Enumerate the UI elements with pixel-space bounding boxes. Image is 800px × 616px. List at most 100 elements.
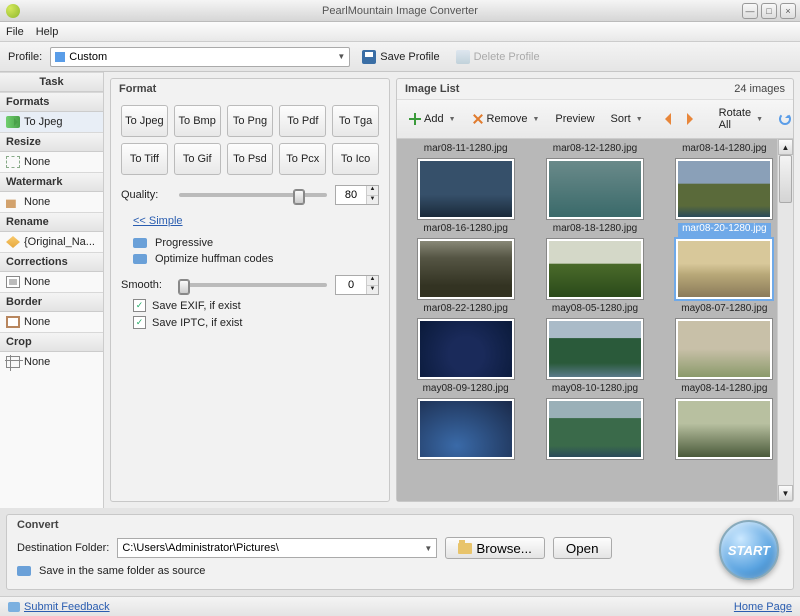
minimize-button[interactable]: — [742, 3, 758, 19]
sidebar-item-corrections[interactable]: None [0, 272, 103, 292]
thumbnail-item[interactable]: mar08-11-1280.jpg [411, 143, 520, 219]
rename-header[interactable]: Rename [0, 212, 103, 232]
maximize-button[interactable]: □ [761, 3, 777, 19]
format-button-to-png[interactable]: To Png [227, 105, 274, 137]
thumbnail-item[interactable]: may08-10-1280.jpg [540, 383, 649, 459]
thumbnail-item[interactable]: mar08-16-1280.jpg [411, 223, 520, 299]
format-button-to-bmp[interactable]: To Bmp [174, 105, 221, 137]
dest-label: Destination Folder: [17, 542, 109, 554]
checkbox-icon: ✓ [133, 299, 146, 312]
profile-input[interactable] [69, 51, 333, 63]
sidebar-item-border[interactable]: None [0, 312, 103, 332]
chevron-down-icon[interactable]: ▼ [424, 544, 432, 553]
submit-feedback-link[interactable]: Submit Feedback [24, 601, 110, 613]
progressive-checkbox[interactable]: Progressive [133, 237, 379, 249]
thumbnail-image [676, 239, 772, 299]
thumbnail-area[interactable]: mar08-11-1280.jpgmar08-12-1280.jpgmar08-… [397, 139, 793, 501]
convert-panel: Convert Destination Folder: ▼ Browse... … [6, 514, 794, 590]
thumbnail-item[interactable]: mar08-14-1280.jpg [670, 143, 779, 219]
format-button-to-jpeg[interactable]: To Jpeg [121, 105, 168, 137]
thumbnail-filename: mar08-14-1280.jpg [682, 143, 767, 157]
open-button[interactable]: Open [553, 537, 612, 559]
sort-button[interactable]: Sort▼ [605, 110, 649, 128]
thumbnail-item[interactable]: mar08-22-1280.jpg [411, 303, 520, 379]
dest-folder-combo[interactable]: ▼ [117, 538, 437, 558]
smooth-slider[interactable] [179, 283, 327, 287]
thumbnail-image [418, 399, 514, 459]
next-button[interactable] [681, 110, 705, 128]
chevron-down-icon[interactable]: ▼ [333, 52, 345, 61]
thumbnail-image [547, 159, 643, 219]
corrections-header[interactable]: Corrections [0, 252, 103, 272]
profile-combo[interactable]: ▼ [50, 47, 350, 67]
thumbnail-filename: may08-14-1280.jpg [681, 383, 767, 397]
menu-file[interactable]: File [6, 26, 24, 38]
add-button[interactable]: Add▼ [403, 110, 462, 128]
rotate-ccw-button[interactable] [773, 110, 797, 128]
home-page-link[interactable]: Home Page [734, 601, 792, 613]
border-header[interactable]: Border [0, 292, 103, 312]
chevron-down-icon[interactable]: ▼ [447, 116, 456, 123]
thumbnail-item[interactable]: mar08-18-1280.jpg [540, 223, 649, 299]
profile-icon [55, 52, 65, 62]
browse-button[interactable]: Browse... [445, 537, 545, 559]
preview-button[interactable]: Preview [549, 110, 600, 128]
sidebar-item-watermark[interactable]: None [0, 192, 103, 212]
formats-header[interactable]: Formats [0, 92, 103, 112]
scrollbar[interactable]: ▲ ▼ [777, 139, 793, 501]
quality-slider[interactable] [179, 193, 327, 197]
thumbnail-item[interactable]: may08-09-1280.jpg [411, 383, 520, 459]
smooth-spinner[interactable]: ▲▼ [335, 275, 379, 295]
thumbnail-item[interactable]: may08-14-1280.jpg [670, 383, 779, 459]
resize-icon [6, 156, 20, 168]
close-button[interactable]: × [780, 3, 796, 19]
rotate-all-button[interactable]: Rotate All▼ [713, 104, 769, 134]
imagelist-toolbar: Add▼ Remove▼ Preview Sort▼ Rotate All▼ [397, 99, 793, 139]
crop-header[interactable]: Crop [0, 332, 103, 352]
option-icon [17, 566, 31, 576]
scroll-down-button[interactable]: ▼ [778, 485, 793, 501]
menu-help[interactable]: Help [36, 26, 59, 38]
format-button-to-tiff[interactable]: To Tiff [121, 143, 168, 175]
thumbnail-item[interactable]: mar08-20-1280.jpg [670, 223, 779, 299]
simple-link[interactable]: << Simple [133, 215, 183, 227]
thumbnail-item[interactable]: mar08-12-1280.jpg [540, 143, 649, 219]
exif-checkbox[interactable]: ✓Save EXIF, if exist [133, 299, 379, 312]
chevron-down-icon[interactable]: ▼ [634, 116, 643, 123]
prev-button[interactable] [653, 110, 677, 128]
huffman-checkbox[interactable]: Optimize huffman codes [133, 253, 379, 265]
scroll-thumb[interactable] [779, 155, 792, 203]
delete-profile-icon [456, 50, 470, 64]
thumbnail-item[interactable]: may08-07-1280.jpg [670, 303, 779, 379]
save-profile-button[interactable]: Save Profile [358, 48, 443, 66]
iptc-checkbox[interactable]: ✓Save IPTC, if exist [133, 316, 379, 329]
watermark-header[interactable]: Watermark [0, 172, 103, 192]
checkbox-icon: ✓ [133, 316, 146, 329]
thumbnail-image [547, 239, 643, 299]
format-button-to-psd[interactable]: To Psd [227, 143, 274, 175]
dest-folder-input[interactable] [122, 542, 424, 554]
sidebar-item-resize[interactable]: None [0, 152, 103, 172]
remove-button[interactable]: Remove▼ [466, 110, 546, 128]
start-button[interactable]: START [719, 520, 779, 580]
format-button-to-pcx[interactable]: To Pcx [279, 143, 326, 175]
format-panel-title: Format [111, 79, 389, 99]
resize-header[interactable]: Resize [0, 132, 103, 152]
quality-label: Quality: [121, 189, 171, 201]
sidebar-item-formats[interactable]: To Jpeg [0, 112, 103, 132]
window-title: PearlMountain Image Converter [322, 5, 478, 17]
format-button-to-ico[interactable]: To Ico [332, 143, 379, 175]
sidebar-item-rename[interactable]: {Original_Na... [0, 232, 103, 252]
format-button-to-gif[interactable]: To Gif [174, 143, 221, 175]
samefolder-checkbox[interactable]: Save in the same folder as source [17, 565, 719, 577]
thumbnail-image [676, 399, 772, 459]
format-button-to-pdf[interactable]: To Pdf [279, 105, 326, 137]
quality-spinner[interactable]: ▲▼ [335, 185, 379, 205]
format-button-to-tga[interactable]: To Tga [332, 105, 379, 137]
thumbnail-filename: mar08-16-1280.jpg [423, 223, 508, 237]
sidebar-item-crop[interactable]: None [0, 352, 103, 372]
thumbnail-item[interactable]: may08-05-1280.jpg [540, 303, 649, 379]
scroll-up-button[interactable]: ▲ [778, 139, 793, 155]
chevron-down-icon[interactable]: ▼ [754, 116, 763, 123]
chevron-down-icon[interactable]: ▼ [530, 116, 539, 123]
